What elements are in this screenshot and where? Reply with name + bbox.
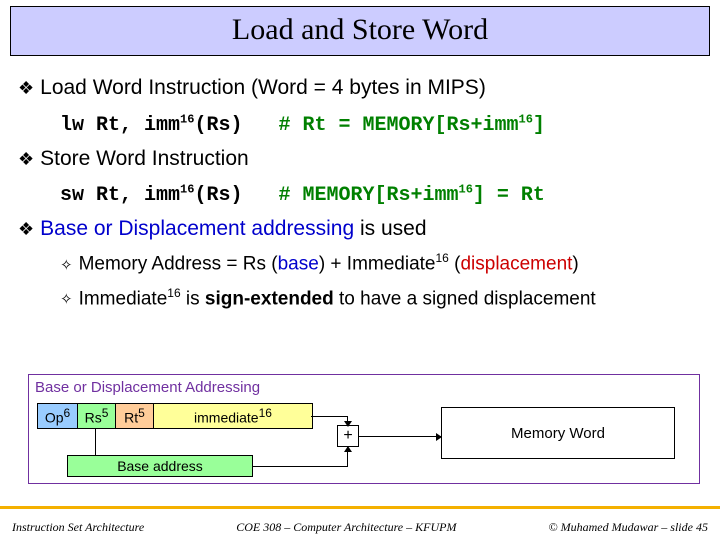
bullet-text: Store Word Instruction (40, 147, 249, 171)
addressing-diagram: Base or Displacement Addressing Op6 Rs5 … (28, 374, 700, 484)
sub-bullet-icon: ✧ (60, 256, 73, 274)
adder: + (337, 425, 359, 447)
footer-right: © Muhamed Mudawar – slide 45 (549, 520, 708, 535)
memory-word-box: Memory Word (441, 407, 675, 459)
connector (253, 466, 347, 467)
code-lw: lw Rt, imm16(Rs) # Rt = MEMORY[Rs+imm16] (60, 112, 702, 137)
diagram-title: Base or Displacement Addressing (35, 379, 260, 396)
bullet-icon: ❖ (18, 220, 34, 238)
sub-bullet-text: Memory Address = Rs (base) + Immediate16… (79, 251, 579, 275)
bullet-text: Base or Displacement addressing is used (40, 217, 426, 241)
field-op: Op6 (38, 404, 78, 428)
base-address-box: Base address (67, 455, 253, 477)
footer-center: COE 308 – Computer Architecture – KFUPM (236, 520, 456, 535)
bullet-text: Load Word Instruction (Word = 4 bytes in… (40, 76, 486, 100)
slide-title: Load and Store Word (10, 6, 710, 56)
sub-bullet-icon: ✧ (60, 290, 73, 308)
content-area: ❖ Load Word Instruction (Word = 4 bytes … (0, 56, 720, 310)
connector-arrow (359, 436, 441, 437)
footer: Instruction Set Architecture COE 308 – C… (0, 506, 720, 546)
field-rs: Rs5 (78, 404, 116, 428)
bullet-icon: ❖ (18, 150, 34, 168)
sub-bullet-text: Immediate16 is sign-extended to have a s… (79, 286, 596, 310)
connector (95, 429, 96, 455)
sub-bullet-signext: ✧ Immediate16 is sign-extended to have a… (60, 286, 702, 310)
footer-left: Instruction Set Architecture (12, 520, 144, 535)
connector (311, 416, 347, 417)
bullet-load-word: ❖ Load Word Instruction (Word = 4 bytes … (18, 76, 702, 100)
code-sw: sw Rt, imm16(Rs) # MEMORY[Rs+imm16] = Rt (60, 183, 702, 208)
field-immediate: immediate16 (154, 404, 312, 428)
connector-arrow (347, 447, 348, 467)
bullet-store-word: ❖ Store Word Instruction (18, 147, 702, 171)
bullet-addressing: ❖ Base or Displacement addressing is use… (18, 217, 702, 241)
field-rt: Rt5 (116, 404, 154, 428)
bullet-icon: ❖ (18, 79, 34, 97)
sub-bullet-memaddr: ✧ Memory Address = Rs (base) + Immediate… (60, 251, 702, 275)
instruction-fields: Op6 Rs5 Rt5 immediate16 (37, 403, 313, 429)
